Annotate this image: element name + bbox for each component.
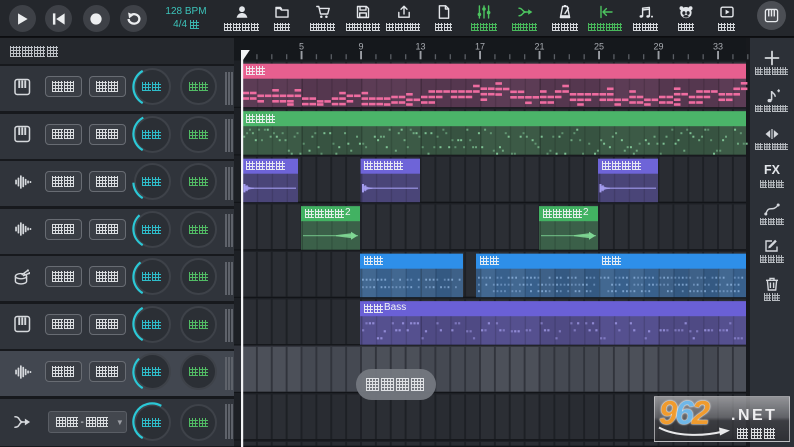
svg-text:5: 5 xyxy=(299,42,304,52)
svg-text:21: 21 xyxy=(534,42,544,52)
svg-text:33: 33 xyxy=(713,42,723,52)
svg-text:29: 29 xyxy=(653,42,663,52)
svg-text:17: 17 xyxy=(475,42,485,52)
svg-text:13: 13 xyxy=(415,42,425,52)
svg-text:9: 9 xyxy=(358,42,363,52)
svg-text:25: 25 xyxy=(594,42,604,52)
